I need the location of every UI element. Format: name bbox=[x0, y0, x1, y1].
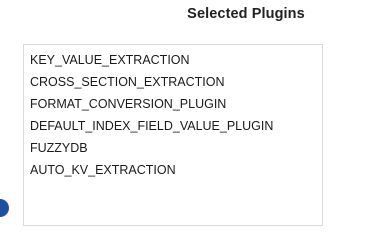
plugin-item-cross-section-extraction[interactable]: CROSS_SECTION_EXTRACTION bbox=[24, 71, 322, 93]
plugin-item-key-value-extraction[interactable]: KEY_VALUE_EXTRACTION bbox=[24, 49, 322, 71]
plugin-item-fuzzydb[interactable]: FUZZYDB bbox=[24, 137, 322, 159]
selected-plugins-title: Selected Plugins bbox=[187, 6, 305, 22]
plugin-item-default-index-field-value-plugin[interactable]: DEFAULT_INDEX_FIELD_VALUE_PLUGIN bbox=[24, 115, 322, 137]
move-button[interactable] bbox=[0, 199, 9, 217]
selected-plugins-panel: Selected Plugins KEY_VALUE_EXTRACTION CR… bbox=[0, 0, 378, 226]
plugin-item-auto-kv-extraction[interactable]: AUTO_KV_EXTRACTION bbox=[24, 159, 322, 181]
selected-plugins-list[interactable]: KEY_VALUE_EXTRACTION CROSS_SECTION_EXTRA… bbox=[23, 44, 323, 226]
plugin-item-format-conversion-plugin[interactable]: FORMAT_CONVERSION_PLUGIN bbox=[24, 93, 322, 115]
